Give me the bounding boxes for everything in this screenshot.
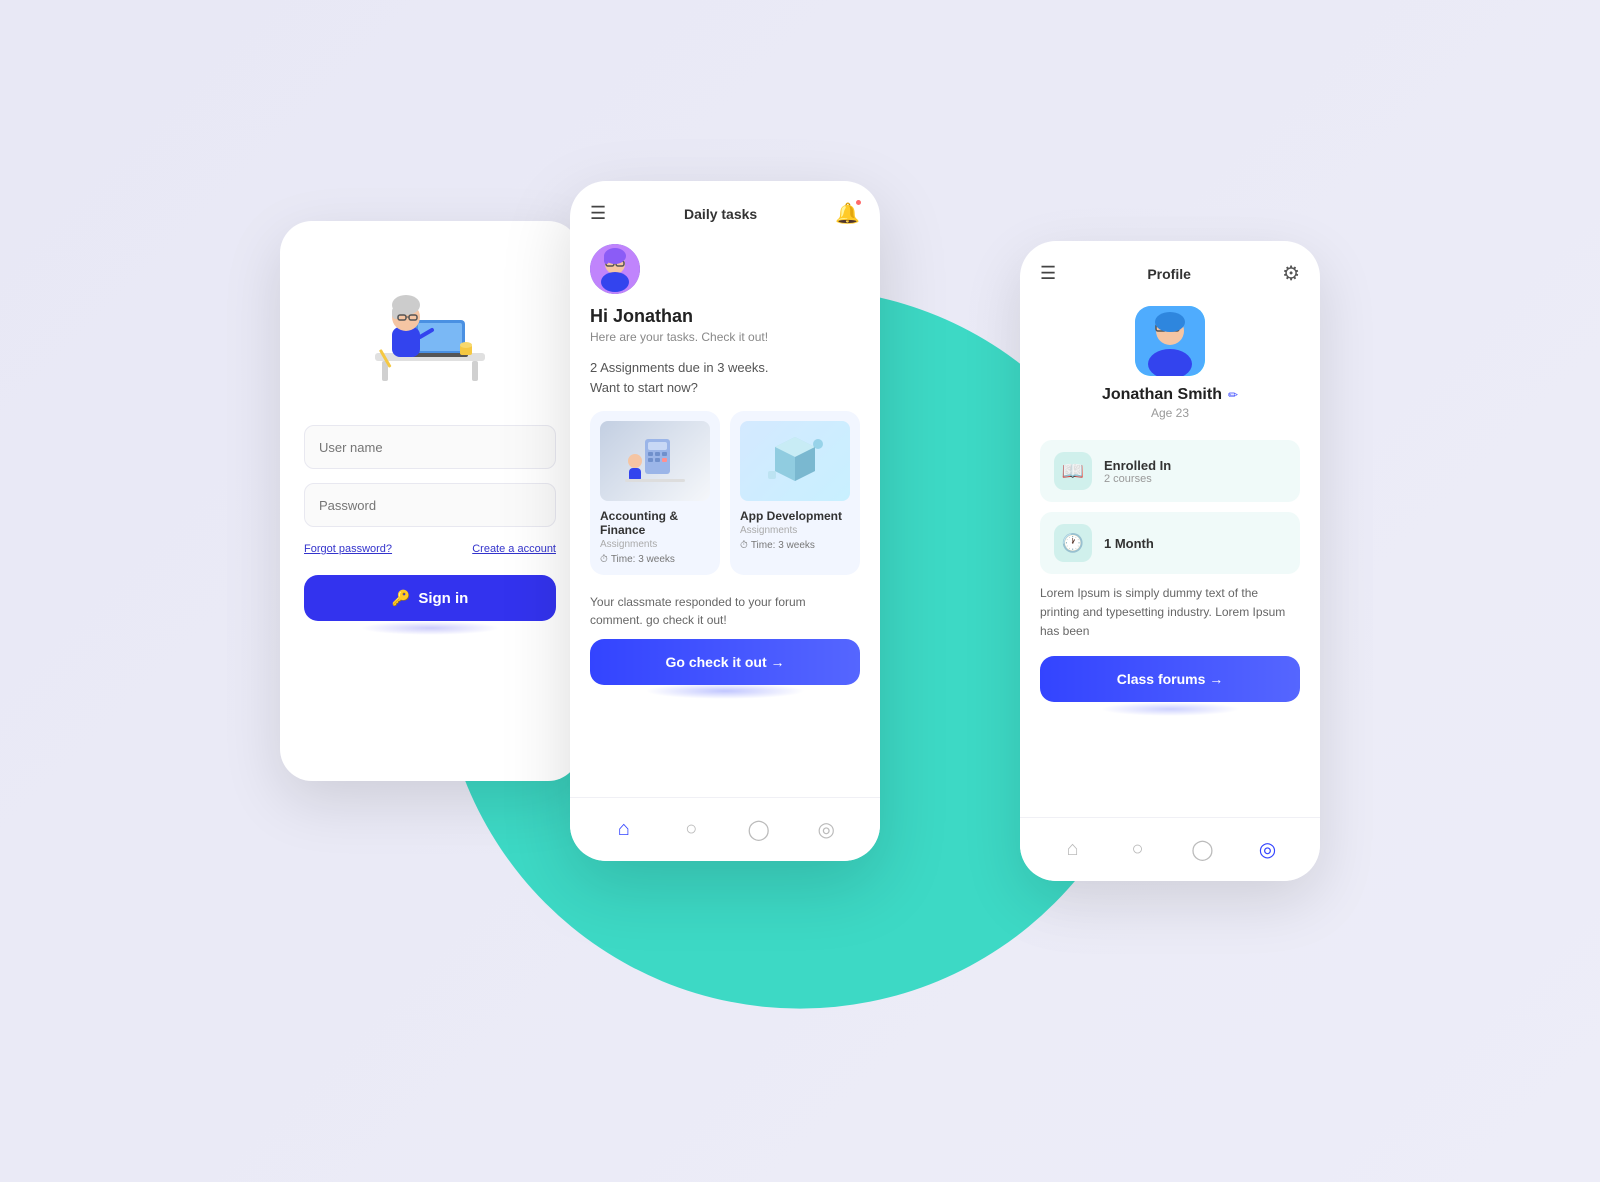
profile-age: Age 23 — [1151, 406, 1189, 420]
user-avatar-row — [590, 244, 860, 294]
course-title-1: Accounting & Finance — [600, 509, 710, 537]
profile-avatar-section: Jonathan Smith ✏ Age 23 — [1040, 306, 1300, 420]
sign-in-icon: 🔑 — [392, 589, 411, 607]
enrolled-info-card[interactable]: 📖 Enrolled In 2 courses — [1040, 440, 1300, 502]
student-desk-illustration — [360, 265, 500, 395]
forum-section: Your classmate responded to your forum c… — [590, 593, 860, 685]
go-check-button[interactable]: Go check it out → — [590, 639, 860, 685]
profile-nav-home-icon[interactable]: ⌂ — [1059, 836, 1087, 864]
profile-avatar — [1135, 306, 1205, 376]
course-sub-2: Assignments — [740, 525, 850, 536]
enrolled-sub: 2 courses — [1104, 473, 1171, 485]
course-card-2[interactable]: App Development Assignments ⏱ Time: 3 we… — [730, 411, 860, 575]
course-time-1: ⏱ Time: 3 weeks — [600, 554, 710, 565]
menu-icon[interactable]: ☰ — [590, 203, 606, 224]
course-image-2 — [740, 421, 850, 501]
tasks-phone: ☰ Daily tasks 🔔 — [570, 181, 880, 861]
profile-bio: Lorem Ipsum is simply dummy text of the … — [1040, 584, 1300, 642]
profile-name: Jonathan Smith — [1102, 386, 1222, 404]
edit-icon[interactable]: ✏ — [1228, 388, 1238, 402]
month-info-card[interactable]: 🕐 1 Month — [1040, 512, 1300, 574]
nav-clock-icon[interactable]: ○ — [677, 816, 705, 844]
profile-bottom-nav: ⌂ ○ ◯ ◎ — [1020, 817, 1320, 881]
nav-profile-icon[interactable]: ◎ — [812, 816, 840, 844]
avatar — [590, 244, 640, 294]
nav-chat-icon[interactable]: ◯ — [745, 816, 773, 844]
profile-nav-chat-icon[interactable]: ◯ — [1189, 836, 1217, 864]
password-input[interactable] — [304, 483, 556, 527]
course-cards: Accounting & Finance Assignments ⏱ Time:… — [590, 411, 860, 575]
app-illustration — [760, 429, 830, 494]
book-icon: 📖 — [1054, 452, 1092, 490]
profile-nav-clock-icon[interactable]: ○ — [1124, 836, 1152, 864]
forgot-password-link[interactable]: Forgot password? — [304, 543, 392, 555]
course-sub-1: Assignments — [600, 539, 710, 550]
profile-avatar-svg — [1135, 306, 1205, 376]
profile-nav-profile-icon[interactable]: ◎ — [1254, 836, 1282, 864]
profile-menu-icon[interactable]: ☰ — [1040, 263, 1056, 284]
settings-icon[interactable]: ⚙ — [1282, 261, 1300, 286]
username-input[interactable] — [304, 425, 556, 469]
greeting-subtitle: Here are your tasks. Check it out! — [590, 330, 860, 344]
login-phone: Forgot password? Create a account 🔑 Sign… — [280, 221, 580, 781]
profile-phone: ☰ Profile ⚙ — [1020, 241, 1320, 881]
assignments-note: 2 Assignments due in 3 weeks. Want to st… — [590, 358, 860, 397]
course-title-2: App Development — [740, 509, 850, 523]
login-links: Forgot password? Create a account — [304, 543, 556, 555]
course-time-2: ⏱ Time: 3 weeks — [740, 540, 850, 551]
bell-icon[interactable]: 🔔 — [835, 201, 860, 226]
create-account-link[interactable]: Create a account — [472, 543, 556, 555]
enrolled-label: Enrolled In — [1104, 458, 1171, 473]
profile-title: Profile — [1147, 266, 1191, 282]
tasks-bottom-nav: ⌂ ○ ◯ ◎ — [570, 797, 880, 861]
tasks-title: Daily tasks — [684, 206, 757, 222]
illustration-container — [350, 255, 510, 405]
greeting-name: Hi Jonathan — [590, 306, 860, 327]
course-card-1[interactable]: Accounting & Finance Assignments ⏱ Time:… — [590, 411, 720, 575]
phones-wrapper: Forgot password? Create a account 🔑 Sign… — [250, 141, 1350, 1041]
scene: Forgot password? Create a account 🔑 Sign… — [200, 116, 1400, 1066]
login-fields — [304, 425, 556, 527]
profile-name-row: Jonathan Smith ✏ — [1102, 386, 1238, 404]
avatar-svg — [590, 244, 640, 294]
notification-dot — [855, 199, 862, 206]
month-label: 1 Month — [1104, 536, 1154, 551]
finance-illustration — [620, 429, 690, 494]
forum-message: Your classmate responded to your forum c… — [590, 593, 860, 629]
profile-header: ☰ Profile ⚙ — [1040, 261, 1300, 286]
class-forums-button[interactable]: Class forums → — [1040, 656, 1300, 702]
tasks-header: ☰ Daily tasks 🔔 — [590, 201, 860, 226]
nav-home-icon[interactable]: ⌂ — [610, 816, 638, 844]
clock-icon: 🕐 — [1054, 524, 1092, 562]
course-image-1 — [600, 421, 710, 501]
sign-in-button[interactable]: 🔑 Sign in — [304, 575, 556, 621]
